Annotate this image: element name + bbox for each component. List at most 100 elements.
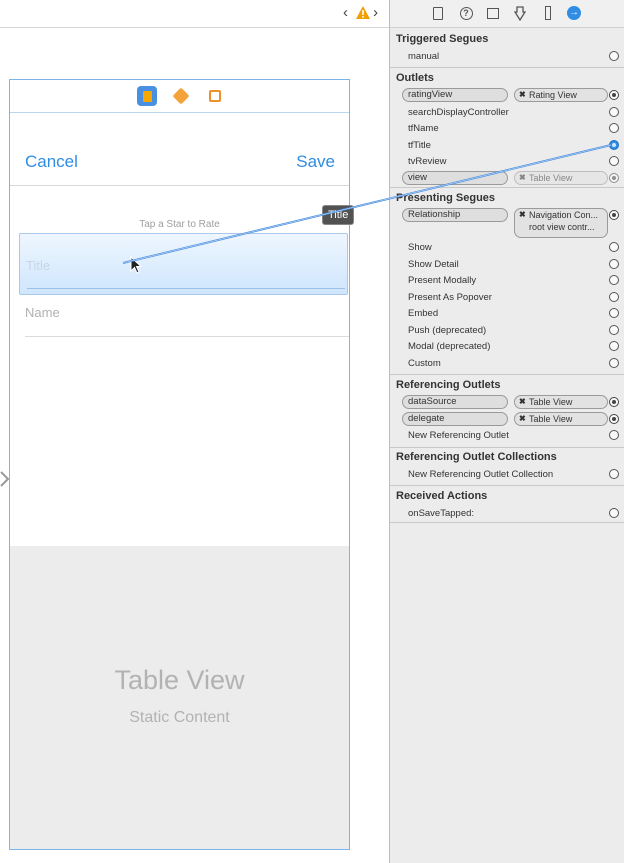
first-responder-icon[interactable] [171,86,191,106]
outlet-target-pill[interactable]: ✖ Rating View [514,88,608,102]
connection-label: Show [408,242,432,253]
connection-circle-icon[interactable] [609,139,619,150]
connection-label: manual [408,51,440,62]
relationship-target-pill[interactable]: ✖ Navigation Con... root view contr... [514,208,608,238]
warning-icon[interactable] [356,6,370,19]
connection-circle-icon[interactable] [609,413,619,424]
connection-circle-icon[interactable] [609,106,619,117]
outlet-pill[interactable]: view [402,170,508,185]
table-view-subtitle: Static Content [129,709,230,726]
divider [390,187,624,188]
list-item: Push (deprecated) [390,322,624,339]
connection-label: New Referencing Outlet [408,430,509,441]
connection-circle-icon[interactable] [609,508,619,518]
mouse-pointer-icon [130,256,142,274]
view-controller-scene[interactable]: Cancel Save Tap a Star to Rate Title Nam… [9,79,350,850]
cancel-button[interactable]: Cancel [25,152,78,172]
forward-chevron-icon[interactable]: › [373,4,378,21]
section-header: Referencing Outlet Collections [396,451,557,463]
divider [390,67,624,68]
help-inspector-icon[interactable]: ? [459,5,473,21]
connection-label: tvReview [408,156,447,167]
section-header: Outlets [396,72,434,84]
section-header: Referencing Outlets [396,379,501,391]
target-label: Rating View [529,90,577,100]
save-button[interactable]: Save [296,152,335,172]
connection-circle-icon[interactable] [609,156,619,166]
connection-circle-icon[interactable] [609,242,619,252]
connection-circle-icon[interactable] [609,123,619,133]
storyboard-canvas[interactable]: ‹ › Cancel Save Tap a Star to Rate Title [0,0,389,863]
connection-label: Relationship [408,209,461,220]
identity-inspector-icon[interactable] [486,5,500,21]
list-item: ratingView ✖ Rating View [390,87,624,104]
connection-label: dataSource [408,396,457,407]
connection-label: Push (deprecated) [408,324,487,336]
outlet-pill[interactable]: delegate [402,411,508,426]
list-item: Relationship ✖ Navigation Con... root vi… [390,207,624,239]
target-label: Table View [529,172,573,183]
connection-circle-icon[interactable] [609,210,619,220]
section-header: Presenting Segues [396,192,496,204]
outlet-pill[interactable]: dataSource [402,395,508,409]
received-actions-section: Received Actions onSaveTapped: [390,488,624,522]
outlet-target-pill[interactable]: ✖ Table View [514,170,608,185]
relationship-pill[interactable]: Relationship [402,208,508,222]
connections-inspector-icon[interactable]: → [567,5,581,21]
list-item: tfName [390,120,624,137]
attributes-inspector-icon[interactable] [513,5,527,21]
connection-label: view [408,171,428,183]
file-inspector-icon[interactable] [431,5,445,21]
title-field[interactable]: Title [26,258,50,273]
disconnect-icon[interactable]: ✖ [519,413,526,425]
outlet-pill[interactable]: ratingView [402,88,508,102]
target-sublabel: root view contr... [529,222,595,232]
connection-circle-icon[interactable] [609,430,619,440]
disconnect-icon[interactable]: ✖ [519,396,526,408]
connection-circle-icon[interactable] [609,308,619,318]
list-item: dataSource ✖ Table View [390,394,624,411]
size-inspector-icon[interactable] [541,5,555,21]
connection-circle-icon[interactable] [609,275,619,285]
disconnect-icon[interactable]: ✖ [519,209,526,221]
connection-circle-icon[interactable] [609,172,619,183]
connection-circle-icon[interactable] [609,90,619,100]
list-item: Present As Popover [390,289,624,306]
list-item: New Referencing Outlet [390,427,624,444]
divider [390,374,624,375]
drag-target-tooltip: Title [322,205,355,225]
list-item: Show [390,239,624,256]
list-item: Present Modally [390,272,624,289]
title-cell[interactable]: Title [19,233,348,295]
exit-icon[interactable] [205,86,225,106]
divider [390,522,624,523]
list-item: New Referencing Outlet Collection [390,466,624,483]
outlet-target-pill[interactable]: ✖ Table View [514,411,608,426]
connection-circle-icon[interactable] [609,341,619,351]
connection-label: Present As Popover [408,291,492,303]
disconnect-icon[interactable]: ✖ [519,172,526,184]
table-view-placeholder[interactable]: Table View Static Content [10,546,349,849]
name-field[interactable]: Name [25,305,60,320]
referencing-outlets-section: Referencing Outlets dataSource ✖ Table Vi… [390,377,624,444]
section-header: Received Actions [396,490,488,502]
connection-circle-icon[interactable] [609,258,619,269]
list-item: delegate ✖ Table View [390,411,624,428]
connection-circle-icon[interactable] [609,324,619,335]
disconnect-icon[interactable]: ✖ [519,89,526,101]
view-controller-icon[interactable] [137,86,157,106]
target-label: Table View [529,413,573,424]
connection-circle-icon[interactable] [609,291,619,302]
outlet-target-pill[interactable]: ✖ Table View [514,395,608,409]
connection-circle-icon[interactable] [609,397,619,407]
connection-label: Show Detail [408,258,459,270]
presenting-segues-section: Presenting Segues Relationship ✖ Navigat… [390,190,624,371]
back-chevron-icon[interactable]: ‹ [343,4,348,21]
connection-circle-icon[interactable] [609,357,619,368]
divider [390,447,624,448]
rate-hint-label: Tap a Star to Rate [139,219,220,230]
list-item: view ✖ Table View [390,170,624,187]
connection-circle-icon[interactable] [609,469,619,479]
connection-circle-icon[interactable] [609,51,619,61]
divider [390,485,624,486]
